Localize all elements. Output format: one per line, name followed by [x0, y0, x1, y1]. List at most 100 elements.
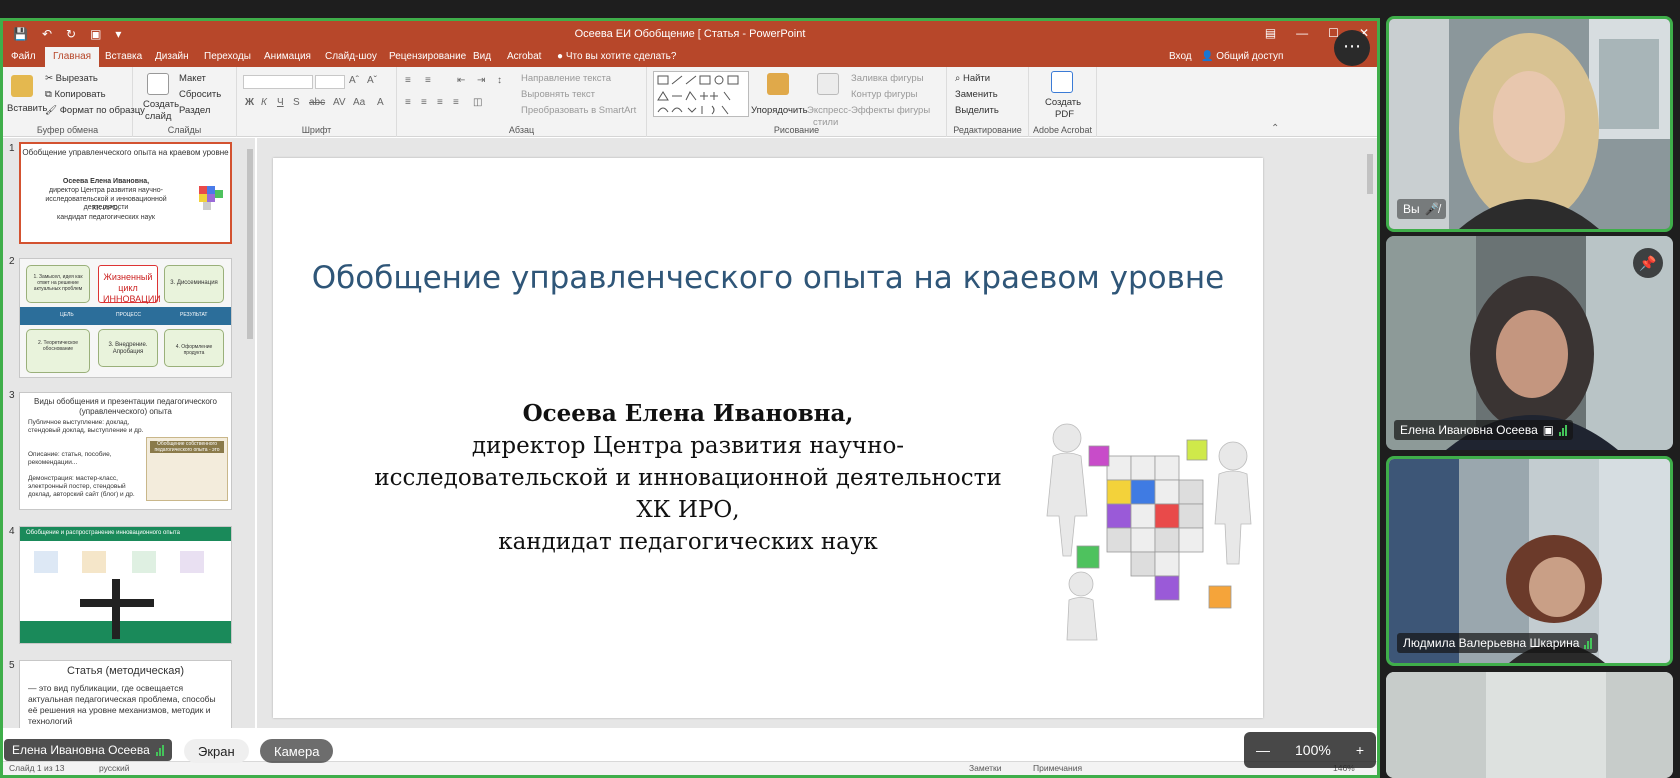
quick-styles-icon[interactable] — [817, 73, 839, 95]
shadow-icon[interactable]: S — [293, 97, 300, 108]
thumb3-line1: Публичное выступление: доклад, стендовый… — [28, 419, 144, 434]
align-right-icon[interactable]: ≡ — [437, 97, 443, 108]
decrease-font-icon[interactable]: Aˇ — [367, 75, 377, 86]
replace-button[interactable]: Заменить — [955, 89, 998, 100]
indent-increase-icon[interactable]: ⇥ — [477, 75, 485, 86]
zoom-in-button[interactable]: + — [1356, 742, 1364, 758]
new-slide-label-1[interactable]: Создать — [143, 99, 179, 110]
quick-styles-label-1[interactable]: Экспресс- — [807, 105, 851, 116]
font-name-field[interactable] — [243, 75, 313, 89]
pin-icon[interactable]: 📌 — [1633, 248, 1663, 278]
section-button[interactable]: Раздел — [179, 105, 210, 116]
thumbnails-scroll-thumb[interactable] — [247, 149, 253, 339]
slide-author-name: Осеева Елена Ивановна, — [522, 400, 854, 427]
shared-screen: 💾 ↶ ↻ ▣ ▾ Осеева ЕИ Обобщение [ Статья -… — [0, 18, 1380, 778]
align-left-icon[interactable]: ≡ — [405, 97, 411, 108]
shape-outline-button[interactable]: Контур фигуры — [851, 89, 917, 100]
layout-button[interactable]: Макет — [179, 73, 206, 84]
slide-thumbnail-2[interactable]: ЦЕЛЬ ПРОЦЕСС РЕЗУЛЬТАТ 1. Замысел, идея … — [19, 258, 232, 378]
language-status[interactable]: русский — [99, 763, 130, 773]
numbering-icon[interactable]: ≡ — [425, 75, 431, 86]
editor-scroll-thumb[interactable] — [1367, 154, 1373, 194]
thumb5-body: — это вид публикации, где освещается акт… — [28, 683, 216, 726]
columns-icon[interactable]: ◫ — [473, 97, 482, 108]
collapse-ribbon-icon[interactable]: ⌃ — [1271, 123, 1279, 134]
shape-fill-button[interactable]: Заливка фигуры — [851, 73, 924, 84]
thumb4-pic-3 — [132, 551, 156, 573]
indent-decrease-icon[interactable]: ⇤ — [457, 75, 465, 86]
tab-animations[interactable]: Анимация — [264, 51, 311, 62]
shapes-gallery[interactable] — [653, 71, 749, 117]
notes-button[interactable]: Заметки — [969, 763, 1002, 773]
editor-scrollbar[interactable] — [1365, 142, 1375, 722]
align-center-icon[interactable]: ≡ — [421, 97, 427, 108]
ribbon-display-icon[interactable]: ▤ — [1265, 26, 1276, 40]
participant4-video-frame — [1386, 672, 1673, 778]
bold-icon[interactable]: Ж — [245, 97, 254, 108]
font-size-field[interactable] — [315, 75, 345, 89]
create-pdf-label-2[interactable]: PDF — [1055, 109, 1074, 120]
signin-link[interactable]: Вход — [1169, 51, 1192, 62]
thumb3-side-panel: Обобщение собственного педагогического о… — [146, 437, 228, 501]
tell-me-search[interactable]: ● Что вы хотите сделать? — [557, 51, 676, 62]
tab-camera[interactable]: Камера — [260, 739, 334, 763]
arrange-button[interactable]: Упорядочить — [751, 105, 808, 116]
participant-tile-2[interactable]: 📌 Елена Ивановна Осеева ▣ — [1386, 236, 1673, 450]
line-spacing-icon[interactable]: ↕ — [497, 75, 502, 86]
change-case-icon[interactable]: Aa — [353, 97, 365, 108]
slide-thumbnail-3[interactable]: Виды обобщения и презентации педагогичес… — [19, 392, 232, 510]
shape-effects-button[interactable]: Эффекты фигуры — [851, 105, 930, 116]
strikethrough-icon[interactable]: abc — [309, 97, 325, 108]
font-color-icon[interactable]: A — [377, 97, 384, 108]
text-direction-button[interactable]: Направление текста — [521, 73, 611, 84]
minimize-icon[interactable]: — — [1296, 26, 1308, 40]
tab-acrobat[interactable]: Acrobat — [507, 51, 541, 62]
italic-icon[interactable]: К — [261, 97, 267, 108]
self-video-frame — [1389, 19, 1670, 229]
tab-file[interactable]: Файл — [11, 51, 36, 62]
slide-thumbnail-1[interactable]: Обобщение управленческого опыта на краев… — [19, 142, 232, 244]
format-painter-button[interactable]: 🖌 Формат по образцу — [45, 105, 145, 116]
reset-button[interactable]: Сбросить — [179, 89, 221, 100]
tab-slideshow[interactable]: Слайд-шоу — [325, 51, 377, 62]
find-button[interactable]: ⌕ Найти — [955, 73, 990, 84]
tab-screen[interactable]: Экран — [184, 739, 249, 763]
tab-insert[interactable]: Вставка — [105, 51, 142, 62]
create-pdf-icon[interactable] — [1051, 71, 1073, 93]
share-button[interactable]: 👤 Общий доступ — [1201, 51, 1283, 62]
justify-icon[interactable]: ≡ — [453, 97, 459, 108]
copy-button[interactable]: ⧉ Копировать — [45, 89, 106, 100]
editing-label: Редактирование — [953, 125, 1022, 135]
increase-font-icon[interactable]: Aˆ — [349, 75, 359, 86]
create-pdf-label-1[interactable]: Создать — [1045, 97, 1081, 108]
more-options-button[interactable]: ⋯ — [1334, 30, 1370, 66]
arrange-icon[interactable] — [767, 73, 789, 95]
smartart-button[interactable]: Преобразовать в SmartArt — [521, 105, 636, 116]
participant-tile-3[interactable]: Людмила Валерьевна Шкарина — [1386, 456, 1673, 666]
bullets-icon[interactable]: ≡ — [405, 75, 411, 86]
new-slide-icon[interactable] — [147, 73, 169, 95]
select-button[interactable]: Выделить — [955, 105, 999, 116]
new-slide-label-2[interactable]: слайд — [145, 111, 171, 122]
paste-icon[interactable] — [11, 75, 33, 97]
zoom-out-button[interactable]: — — [1256, 742, 1270, 758]
align-text-button[interactable]: Выровнять текст — [521, 89, 595, 100]
slide-thumbnail-4[interactable]: Обобщение и распространение инновационно… — [19, 526, 232, 644]
underline-icon[interactable]: Ч — [277, 97, 284, 108]
thumb2-box-b: 3. Диссеминация — [164, 265, 224, 303]
tab-view[interactable]: Вид — [473, 51, 491, 62]
tab-home[interactable]: Главная — [45, 47, 100, 67]
tab-transitions[interactable]: Переходы — [204, 51, 251, 62]
participant-tile-4[interactable] — [1386, 672, 1673, 778]
participant-tile-self[interactable]: Вы 🎤̸ — [1386, 16, 1673, 232]
thumbnails-scrollbar[interactable] — [245, 141, 255, 726]
slide-thumbnail-5[interactable]: Статья (методическая) — это вид публикац… — [19, 660, 232, 728]
cut-button[interactable]: ✂ Вырезать — [45, 73, 98, 84]
main-slide[interactable]: Обобщение управленческого опыта на краев… — [273, 158, 1263, 718]
thumb-number-3: 3 — [9, 390, 15, 401]
paste-button[interactable]: Вставить — [7, 103, 47, 114]
comments-button[interactable]: Примечания — [1033, 763, 1082, 773]
spacing-icon[interactable]: AV — [333, 97, 346, 108]
tab-review[interactable]: Рецензирование — [389, 51, 466, 62]
tab-design[interactable]: Дизайн — [155, 51, 189, 62]
